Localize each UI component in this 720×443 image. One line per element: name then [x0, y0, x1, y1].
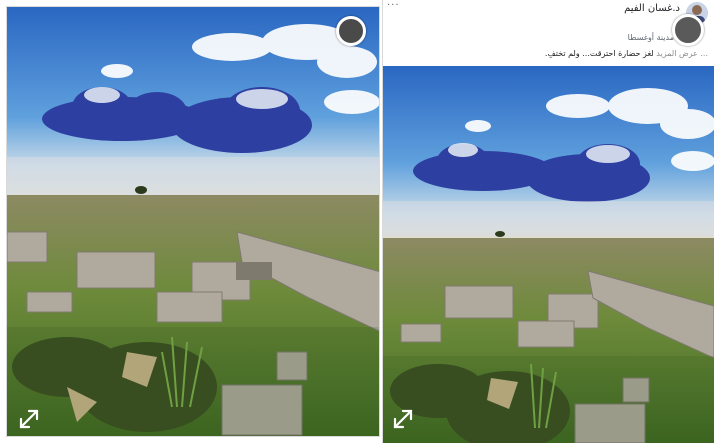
more-options-icon[interactable]: ···: [387, 0, 400, 11]
expand-icon[interactable]: [16, 406, 42, 432]
post-author-name[interactable]: د.غسان الفيم: [624, 3, 680, 14]
post-caption-short: مدينة أوغسطا: [627, 33, 674, 42]
post-caption: ... عرض المزيد لغز حضارة احترقت... ولم ت…: [545, 49, 708, 58]
see-more-link[interactable]: ... عرض المزيد: [656, 49, 708, 58]
record-button-icon[interactable]: [672, 14, 704, 46]
post-card: ··· د.غسان الفيم مدينة أوغسطا ... عرض ال…: [382, 0, 714, 443]
photo-viewer[interactable]: [6, 6, 380, 437]
record-button-icon[interactable]: [336, 16, 366, 46]
expand-icon[interactable]: [390, 406, 416, 432]
landscape-photo: [7, 7, 379, 436]
landscape-photo: [383, 66, 714, 443]
post-header: ··· د.غسان الفيم مدينة أوغسطا ... عرض ال…: [383, 0, 714, 64]
post-photo[interactable]: [383, 66, 714, 443]
caption-text: لغز حضارة احترقت... ولم تختفِ.: [544, 49, 654, 58]
